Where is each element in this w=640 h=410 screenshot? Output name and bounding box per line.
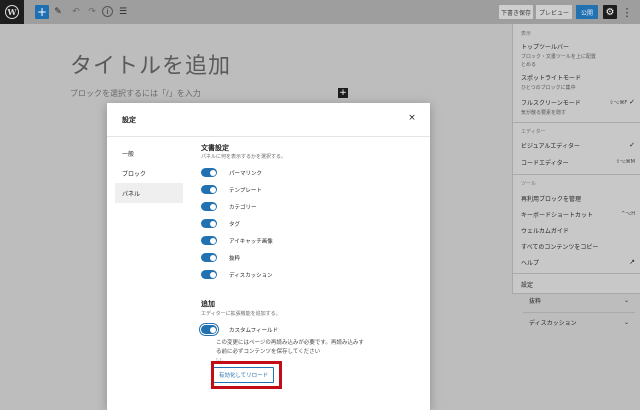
block-hint-text[interactable]: ブロックを選択するには「/」を入力 (70, 88, 201, 99)
toggle-label: カスタムフィールド (229, 327, 279, 334)
list-view-button[interactable]: ☰ (118, 5, 128, 19)
add-block-button[interactable]: + (35, 5, 49, 19)
toggle-switch[interactable] (201, 168, 217, 177)
menu-item-label: キーボードショートカット (521, 211, 594, 219)
details-info-button[interactable]: i (102, 6, 113, 17)
wordpress-logo[interactable]: W (0, 0, 24, 24)
modal-title: 設定 (122, 116, 136, 124)
toggle-label: パーマリンク (229, 170, 263, 177)
toggle-switch[interactable] (201, 325, 217, 334)
edit-tool-button[interactable]: ✎ (53, 5, 63, 19)
chevron-down-icon: ⌄ (623, 297, 629, 304)
toggle-switch[interactable] (201, 185, 217, 194)
toggle-row-template: テンプレート (201, 184, 262, 195)
menu-item-help[interactable]: ヘルプ ↗ (521, 257, 635, 267)
check-icon: ✓ (629, 98, 635, 106)
menu-section-editor: エディター (521, 129, 546, 135)
menu-item-description: ひとつのブロックに集中 (521, 85, 576, 91)
menu-item-manage-blocks[interactable]: 再利用ブロックを管理 (521, 193, 635, 203)
modal-nav-blocks[interactable]: ブロック (115, 163, 183, 183)
toggle-label: カテゴリー (229, 204, 257, 211)
toggle-switch[interactable] (201, 219, 217, 228)
menu-item-settings[interactable]: 設定 (521, 279, 635, 289)
menu-item-visual-editor[interactable]: ビジュアルエディター ✓ (521, 140, 635, 150)
toggle-row-custom-fields: カスタムフィールド (201, 324, 278, 335)
toggle-row-discussion: ディスカッション (201, 269, 273, 280)
undo-button[interactable]: ↶ (70, 5, 82, 19)
menu-divider (513, 122, 640, 123)
keyboard-shortcut: ⇧⌥⌘F (609, 100, 628, 106)
menu-item-top-toolbar[interactable]: トップツールバー (521, 41, 635, 51)
toggle-row-excerpt: 抜粋 (201, 252, 240, 263)
close-icon[interactable]: × (406, 112, 418, 124)
menu-section-view: 表示 (521, 31, 532, 37)
check-icon: ✓ (629, 141, 635, 149)
menu-item-description: とめる (521, 62, 537, 68)
menu-item-label: 再利用ブロックを管理 (521, 195, 582, 203)
menu-item-label: コードエディター (521, 159, 569, 167)
toggle-switch[interactable] (201, 253, 217, 262)
menu-item-spotlight[interactable]: スポットライトモード (521, 72, 635, 82)
options-menu: 表示 トップツールバー ブロック・文書ツールを上に配置 とめる スポットライトモ… (512, 24, 640, 294)
doc-settings-description: パネルに何を表示するかを選択する。 (201, 154, 287, 160)
toggle-switch[interactable] (201, 236, 217, 245)
toggle-switch[interactable] (201, 202, 217, 211)
modal-header: 設定 × (107, 103, 430, 137)
menu-item-label: 設定 (521, 281, 534, 289)
menu-divider (513, 273, 640, 274)
toggle-label: タグ (229, 221, 241, 228)
menu-item-label: すべてのコンテンツをコピー (521, 243, 599, 251)
external-link-icon: ↗ (629, 258, 635, 266)
sidebar-panel-discussion[interactable]: ディスカッション ⌄ (523, 312, 635, 332)
post-title-placeholder[interactable]: タイトルを追加 (70, 48, 231, 80)
redo-button[interactable]: ↷ (86, 5, 98, 19)
menu-item-label: フルスクリーンモード (521, 99, 581, 107)
additional-title: 追加 (201, 300, 215, 308)
toggle-row-categories: カテゴリー (201, 201, 257, 212)
menu-item-label: スポットライトモード (521, 74, 582, 82)
menu-item-description: ブロック・文書ツールを上に配置 (521, 54, 596, 60)
inline-add-block-button[interactable]: + (338, 88, 348, 98)
options-more-button[interactable]: ⋮ (621, 5, 633, 19)
menu-item-fullscreen[interactable]: フルスクリーンモード ⇧⌥⌘F ✓ (521, 97, 635, 107)
toggle-label: ディスカッション (229, 272, 273, 279)
menu-item-keyboard-shortcuts[interactable]: キーボードショートカット ^⌥H (521, 209, 635, 219)
keyboard-shortcut: ^⌥H (621, 211, 635, 217)
doc-settings-title: 文書設定 (201, 144, 229, 152)
modal-nav-general[interactable]: 一般 (115, 143, 183, 163)
menu-divider (513, 174, 640, 175)
toggle-row-featured-image: アイキャッチ画像 (201, 235, 273, 246)
top-toolbar: W + ✎ ↶ ↷ i ☰ 下書き保存 プレビュー 公開 ⚙ ⋮ (0, 0, 640, 24)
chevron-down-icon: ⌄ (623, 319, 629, 326)
preview-button[interactable]: プレビュー (536, 5, 572, 19)
custom-fields-note: この変更にはページの再読み込みが必要です。再読み込みする前に必ずコンテンツを保存… (216, 340, 364, 355)
toggle-switch[interactable] (201, 270, 217, 279)
menu-item-right: ⇧⌥⌘F ✓ (609, 98, 635, 106)
toggle-row-permalink: パーマリンク (201, 167, 262, 178)
menu-item-label: トップツールバー (521, 43, 570, 51)
menu-item-code-editor[interactable]: コードエディター ⇧⌥⌘M (521, 157, 635, 167)
toggle-label: アイキャッチ画像 (229, 238, 273, 245)
menu-item-copy-all[interactable]: すべてのコンテンツをコピー (521, 241, 635, 251)
menu-item-welcome-guide[interactable]: ウェルカムガイド (521, 225, 635, 235)
toggle-label: 抜粋 (229, 255, 241, 262)
toggle-row-tags: タグ (201, 218, 240, 229)
additional-description: エディターに拡張機能を追加する。 (201, 311, 281, 317)
sidebar-panel-label: ディスカッション (529, 320, 577, 327)
sidebar-panel-label: 抜粋 (529, 298, 542, 305)
wordpress-icon: W (5, 5, 19, 19)
settings-gear-button[interactable]: ⚙ (603, 5, 617, 19)
menu-item-label: ビジュアルエディター (521, 142, 580, 150)
keyboard-shortcut: ⇧⌥⌘M (615, 159, 635, 165)
save-draft-button[interactable]: 下書き保存 (499, 5, 533, 19)
menu-item-description: 気が散る要素を隠す (521, 110, 567, 116)
publish-button[interactable]: 公開 (576, 5, 598, 19)
menu-section-tools: ツール (521, 181, 537, 187)
modal-nav-panels[interactable]: パネル (115, 183, 183, 203)
menu-item-label: ウェルカムガイド (521, 227, 569, 235)
highlight-annotation-box (211, 361, 282, 389)
menu-item-label: ヘルプ (521, 259, 540, 267)
toggle-label: テンプレート (229, 187, 262, 194)
